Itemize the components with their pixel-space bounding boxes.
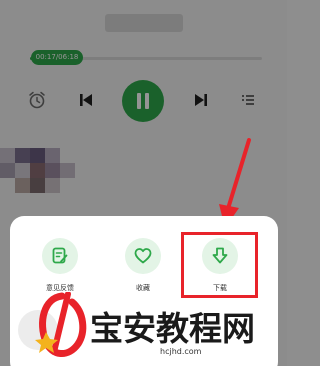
watermark-url: hcjhd.com <box>160 347 202 356</box>
feedback-button[interactable]: 意见反馈 <box>30 238 90 293</box>
annotation-highlight-box <box>181 232 258 298</box>
favorite-button[interactable]: 收藏 <box>113 238 173 293</box>
favorite-label: 收藏 <box>136 284 150 292</box>
heart-icon <box>125 238 161 274</box>
watermark-title: 宝安教程网 <box>90 309 255 348</box>
feedback-edit-icon <box>42 238 78 274</box>
watermark-logo-icon <box>35 292 87 357</box>
